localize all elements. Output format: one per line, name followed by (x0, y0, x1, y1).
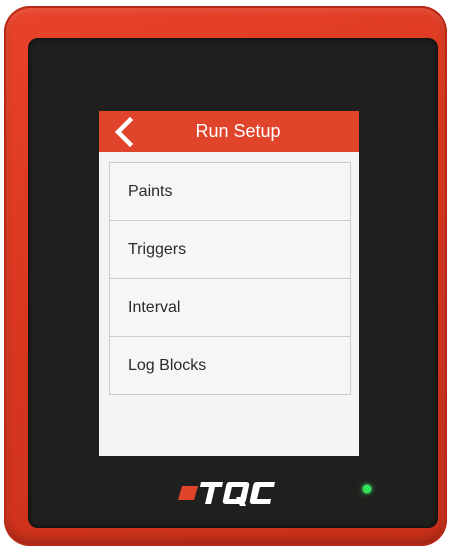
tqc-logo (178, 482, 275, 506)
touch-screen: Run Setup Paints Triggers Interval Log B… (99, 111, 359, 456)
menu-list: Paints Triggers Interval Log Blocks (109, 162, 351, 395)
menu-item-log-blocks[interactable]: Log Blocks (110, 337, 350, 395)
menu-item-interval[interactable]: Interval (110, 279, 350, 337)
page-title: Run Setup (195, 121, 281, 141)
status-led-icon (363, 485, 371, 493)
menu-item-paints[interactable]: Paints (110, 163, 350, 221)
menu-item-triggers[interactable]: Triggers (110, 221, 350, 279)
title-bar: Run Setup (99, 111, 359, 152)
